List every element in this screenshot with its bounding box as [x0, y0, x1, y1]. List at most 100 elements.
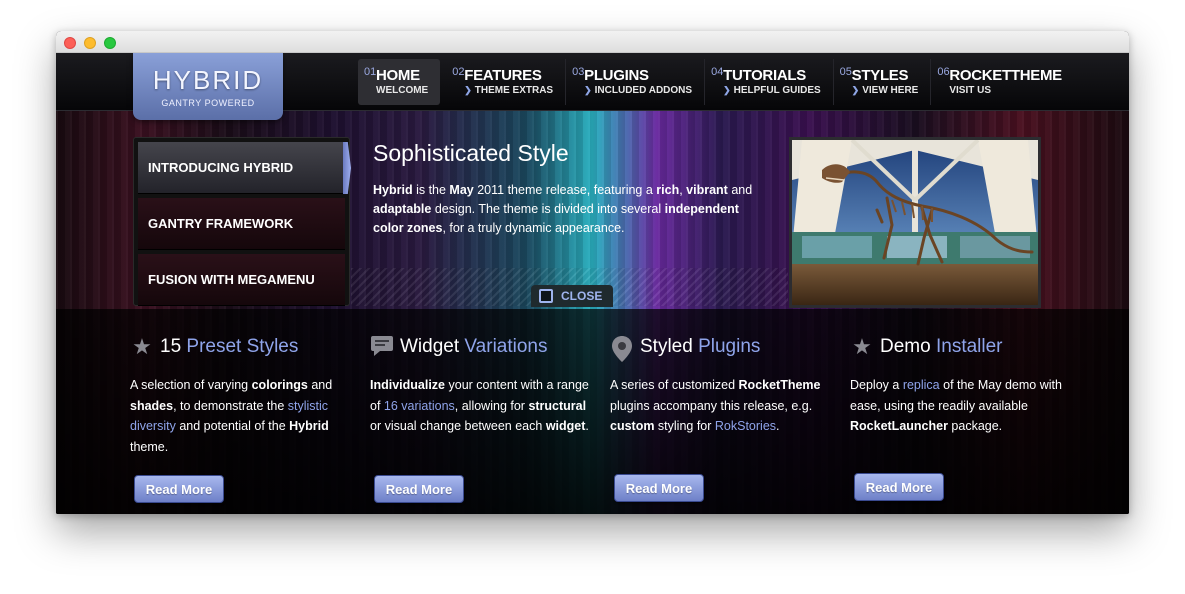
column-title-highlight: Plugins: [698, 336, 761, 357]
nav-label: PLUGINS: [584, 67, 649, 84]
tab-gantry-framework[interactable]: GANTRY FRAMEWORK: [138, 198, 345, 250]
column-heading: Widget Variations: [370, 333, 590, 361]
site-logo[interactable]: HYBRID GANTRY POWERED: [133, 53, 283, 120]
column-heading: Styled Plugins: [610, 333, 830, 362]
nav-item-home[interactable]: 01 HOME WELCOME: [358, 59, 441, 105]
column-title-highlight: Installer: [935, 336, 1003, 357]
nav-item-tutorials[interactable]: 04 TUTORIALS ❯ HELPFUL GUIDES: [705, 59, 834, 105]
logo-subtitle: GANTRY POWERED: [161, 98, 255, 108]
close-square-icon: [539, 289, 553, 303]
nav-sublabel: VISIT US: [949, 85, 992, 96]
nav-number: 02: [452, 66, 465, 78]
body-text: , to demonstrate the: [173, 398, 288, 413]
column-body: A selection of varying colorings and sha…: [130, 375, 350, 457]
nav-sublabel: ❯ VIEW HERE: [846, 85, 919, 96]
body-text: Deploy a: [850, 378, 903, 392]
inline-link[interactable]: replica: [903, 378, 940, 392]
body-text: A series of customized: [610, 378, 739, 392]
chevron-down-icon: ❯: [464, 85, 472, 95]
nav-sublabel-text: THEME EXTRAS: [474, 85, 554, 96]
dinosaur-skeleton-image: [792, 140, 1038, 305]
showcase-tabs: INTRODUCING HYBRID GANTRY FRAMEWORK FUSI…: [133, 137, 350, 306]
column-title: 15 Preset Styles: [160, 336, 298, 358]
bold-text: Hybrid: [289, 419, 329, 434]
feature-text: 2011 theme release, featuring a: [473, 183, 657, 197]
chevron-down-icon: ❯: [584, 85, 592, 95]
column-heading: ★ Demo Installer: [850, 333, 1070, 361]
window-titlebar: [56, 31, 1129, 53]
body-text: .: [776, 419, 780, 434]
bold-text: RocketLauncher: [850, 419, 948, 434]
nav-item-rockettheme[interactable]: 06 ROCKETTHEME VISIT US: [931, 59, 1074, 105]
column-title-text: Widget: [400, 336, 465, 357]
feature-description: Hybrid is the May 2011 theme release, fe…: [373, 181, 758, 238]
inline-link[interactable]: RokStories: [715, 419, 776, 433]
body-text: A selection of varying: [130, 378, 252, 392]
column-title-highlight: Variations: [464, 336, 548, 357]
nav-label: FEATURES: [464, 67, 542, 84]
close-window-button[interactable]: [64, 37, 76, 49]
bold-text: Individualize: [370, 378, 446, 392]
nav-sublabel: ❯ HELPFUL GUIDES: [717, 85, 821, 96]
column-demo-installer: ★ Demo Installer Deploy a replica of the…: [850, 333, 1070, 437]
minimize-window-button[interactable]: [84, 37, 96, 49]
tab-introducing-hybrid[interactable]: INTRODUCING HYBRID: [138, 142, 345, 194]
column-title: Widget Variations: [400, 336, 548, 358]
bold-text: custom: [610, 419, 655, 434]
column-styled-plugins: Styled Plugins A series of customized Ro…: [610, 333, 830, 437]
bold-text: structural: [528, 398, 587, 413]
read-more-button[interactable]: Read More: [374, 475, 464, 503]
inline-link[interactable]: 16 variations: [384, 399, 455, 413]
column-title: Styled Plugins: [640, 336, 760, 358]
read-more-button[interactable]: Read More: [134, 475, 224, 503]
feature-text-bold: adaptable: [373, 202, 432, 216]
star-icon: ★: [852, 334, 872, 359]
nav-sublabel: ❯ THEME EXTRAS: [458, 85, 553, 96]
body-text: or visual change between each: [370, 419, 546, 434]
column-body: A series of customized RocketTheme plugi…: [610, 375, 830, 437]
close-button[interactable]: CLOSE: [531, 285, 613, 307]
nav-item-plugins[interactable]: 03 PLUGINS ❯ INCLUDED ADDONS: [566, 59, 706, 105]
column-body: Deploy a replica of the May demo with ea…: [850, 375, 1070, 437]
feature-text: and: [727, 183, 753, 197]
nav-sublabel-text: INCLUDED ADDONS: [594, 85, 693, 96]
column-body: Individualize your content with a range …: [370, 375, 590, 437]
tab-fusion-megamenu[interactable]: FUSION WITH MEGAMENU: [138, 254, 345, 306]
column-heading: ★ 15 Preset Styles: [130, 333, 350, 361]
nav-item-styles[interactable]: 05 STYLES ❯ VIEW HERE: [834, 59, 932, 105]
read-more-button[interactable]: Read More: [854, 473, 944, 501]
feature-text-bold: rich: [656, 183, 680, 197]
bold-text: widget: [545, 419, 586, 434]
body-text: styling for: [654, 419, 715, 434]
nav-label: ROCKETTHEME: [949, 67, 1062, 84]
body-text: .: [585, 419, 589, 434]
feature-columns: ★ 15 Preset Styles A selection of varyin…: [130, 333, 1090, 513]
nav-item-features[interactable]: 02 FEATURES ❯ THEME EXTRAS: [446, 59, 567, 105]
body-text: , allowing for: [454, 398, 529, 413]
nav-number: 04: [711, 66, 724, 78]
browser-window: HYBRID GANTRY POWERED 01 HOME WELCOME 02…: [56, 31, 1129, 514]
column-preset-styles: ★ 15 Preset Styles A selection of varyin…: [130, 333, 350, 457]
logo-title: HYBRID: [152, 65, 264, 95]
dinosaur-photo: [789, 137, 1041, 308]
column-title: Demo Installer: [880, 336, 1003, 358]
bold-text: colorings: [251, 378, 308, 392]
feature-panel: Sophisticated Style Hybrid is the May 20…: [360, 138, 785, 268]
read-more-button[interactable]: Read More: [614, 474, 704, 502]
feature-title: Sophisticated Style: [373, 140, 569, 166]
chevron-down-icon: ❯: [723, 85, 731, 95]
nav-number: 01: [364, 66, 377, 78]
chevron-down-icon: ❯: [851, 85, 860, 95]
maximize-window-button[interactable]: [104, 37, 116, 49]
nav-sublabel-text: HELPFUL GUIDES: [733, 85, 821, 96]
nav-label: HOME: [376, 67, 420, 84]
feature-text: design. The theme is divided into severa…: [431, 202, 665, 216]
main-menu: 01 HOME WELCOME 02 FEATURES ❯ THEME EXTRA…: [358, 59, 1074, 105]
feature-text-bold: Hybrid: [373, 183, 413, 197]
star-icon: ★: [132, 334, 152, 359]
nav-sublabel: WELCOME: [376, 85, 429, 96]
close-label: CLOSE: [561, 289, 603, 303]
nav-number: 06: [937, 66, 950, 78]
column-title-highlight: Preset Styles: [186, 336, 299, 357]
nav-number: 05: [839, 66, 852, 78]
